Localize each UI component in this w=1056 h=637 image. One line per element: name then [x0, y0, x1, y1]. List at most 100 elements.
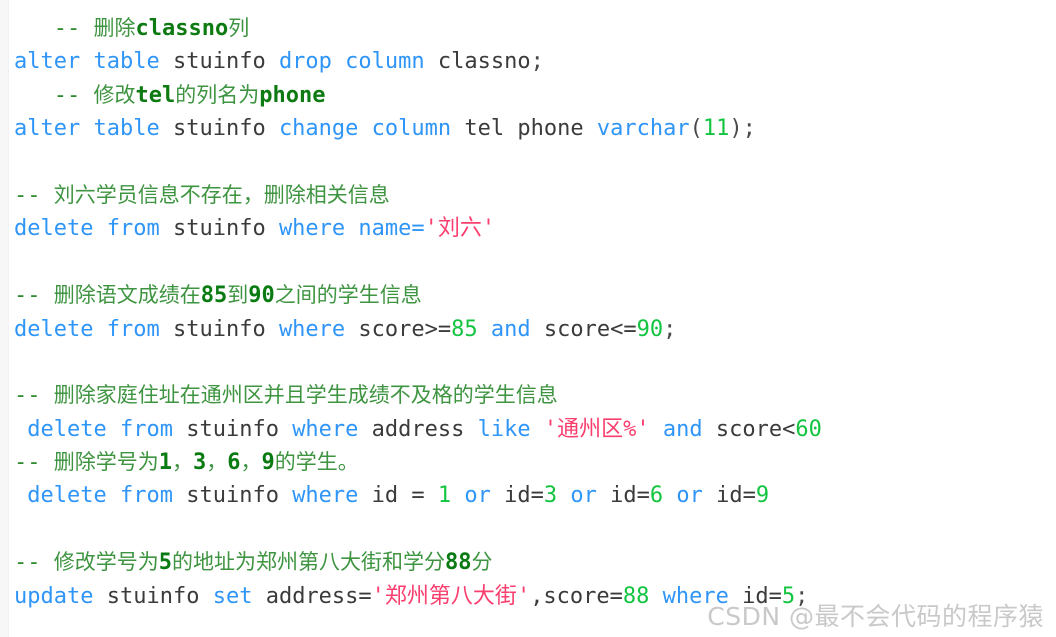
code-token: id = [371, 483, 438, 509]
code-token: change [278, 116, 359, 142]
code-token: 11 [702, 116, 730, 142]
code-token: 6 [227, 450, 241, 476]
code-token: or [676, 483, 703, 509]
code-token: score>= [358, 316, 452, 342]
code-token: 9 [261, 450, 275, 476]
code-token: ， [172, 450, 193, 475]
code-token: from [119, 416, 173, 442]
code-line: alter table stuinfo change column tel ph… [0, 112, 1056, 145]
code-token: ， [240, 450, 262, 475]
code-token: 88 [445, 550, 472, 576]
code-token: classno [437, 49, 531, 75]
code-token: 删除学号为 [53, 450, 159, 475]
code-token: stuinfo [172, 116, 266, 142]
code-token: ' [371, 583, 385, 609]
code-token: stuinfo [186, 416, 279, 442]
sql-code-block[interactable]: -- 删除classno列 alter table stuinfo drop co… [0, 0, 1056, 637]
code-token: 5 [781, 583, 796, 609]
code-token: and [662, 416, 703, 442]
code-token: tel [464, 116, 505, 142]
code-token: ,score= [530, 583, 623, 609]
code-token: drop [278, 49, 332, 75]
code-token: 的学生。 [274, 450, 359, 475]
code-token: 郑州第八大街 [384, 583, 517, 609]
code-token: address= [265, 583, 372, 609]
code-token: column [371, 116, 452, 142]
code-token: stuinfo [186, 483, 279, 509]
code-token: 1 [158, 450, 172, 476]
code-line: delete from stuinfo where score>=85 and … [0, 313, 1056, 346]
code-token: -- [14, 450, 54, 476]
code-token: -- [53, 82, 94, 108]
code-token: 88 [622, 583, 650, 609]
code-token: stuinfo [172, 316, 266, 342]
code-token: 通州区 [557, 416, 624, 442]
code-token: address [371, 416, 465, 442]
code-line: delete from stuinfo where name='刘六' [0, 212, 1056, 245]
code-token: stuinfo [106, 583, 200, 609]
code-token: from [106, 216, 160, 242]
code-token: 5 [158, 550, 172, 576]
code-token: phone [259, 82, 326, 108]
code-line: delete from stuinfo where address like '… [0, 413, 1056, 446]
code-token: = [411, 216, 425, 242]
code-token: classno [135, 16, 229, 41]
code-token: ; [663, 316, 677, 342]
code-token: delete [14, 216, 94, 242]
code-token: %' [623, 416, 650, 442]
code-token: score< [715, 416, 796, 442]
code-token: where [278, 216, 346, 242]
code-line: -- 修改学号为5的地址为郑州第八大街和学分88分 [0, 546, 1056, 579]
code-token: 列 [228, 16, 250, 40]
code-token: 之间的学生信息 [274, 283, 422, 308]
code-token: like [477, 416, 531, 442]
code-token: where [278, 316, 346, 342]
code-line: update stuinfo set address='郑州第八大街',scor… [0, 580, 1056, 613]
code-token: or [570, 483, 597, 509]
code-token: -- [14, 550, 54, 576]
code-token: and [490, 316, 531, 342]
code-token: ' [481, 216, 496, 242]
code-token: id= [610, 483, 650, 509]
code-token: delete [27, 483, 107, 509]
code-token: -- [53, 16, 94, 41]
code-token: ' [424, 216, 438, 242]
code-token: id= [742, 583, 782, 609]
code-token: -- [14, 283, 54, 309]
code-token: table [93, 49, 160, 75]
code-token: update [14, 583, 94, 609]
code-token: -- [14, 182, 54, 208]
code-token: id= [504, 483, 544, 509]
code-line: alter table stuinfo drop column classno; [0, 45, 1056, 78]
code-token: or [464, 483, 491, 509]
code-token: 90 [636, 316, 664, 342]
code-token: stuinfo [172, 49, 266, 75]
